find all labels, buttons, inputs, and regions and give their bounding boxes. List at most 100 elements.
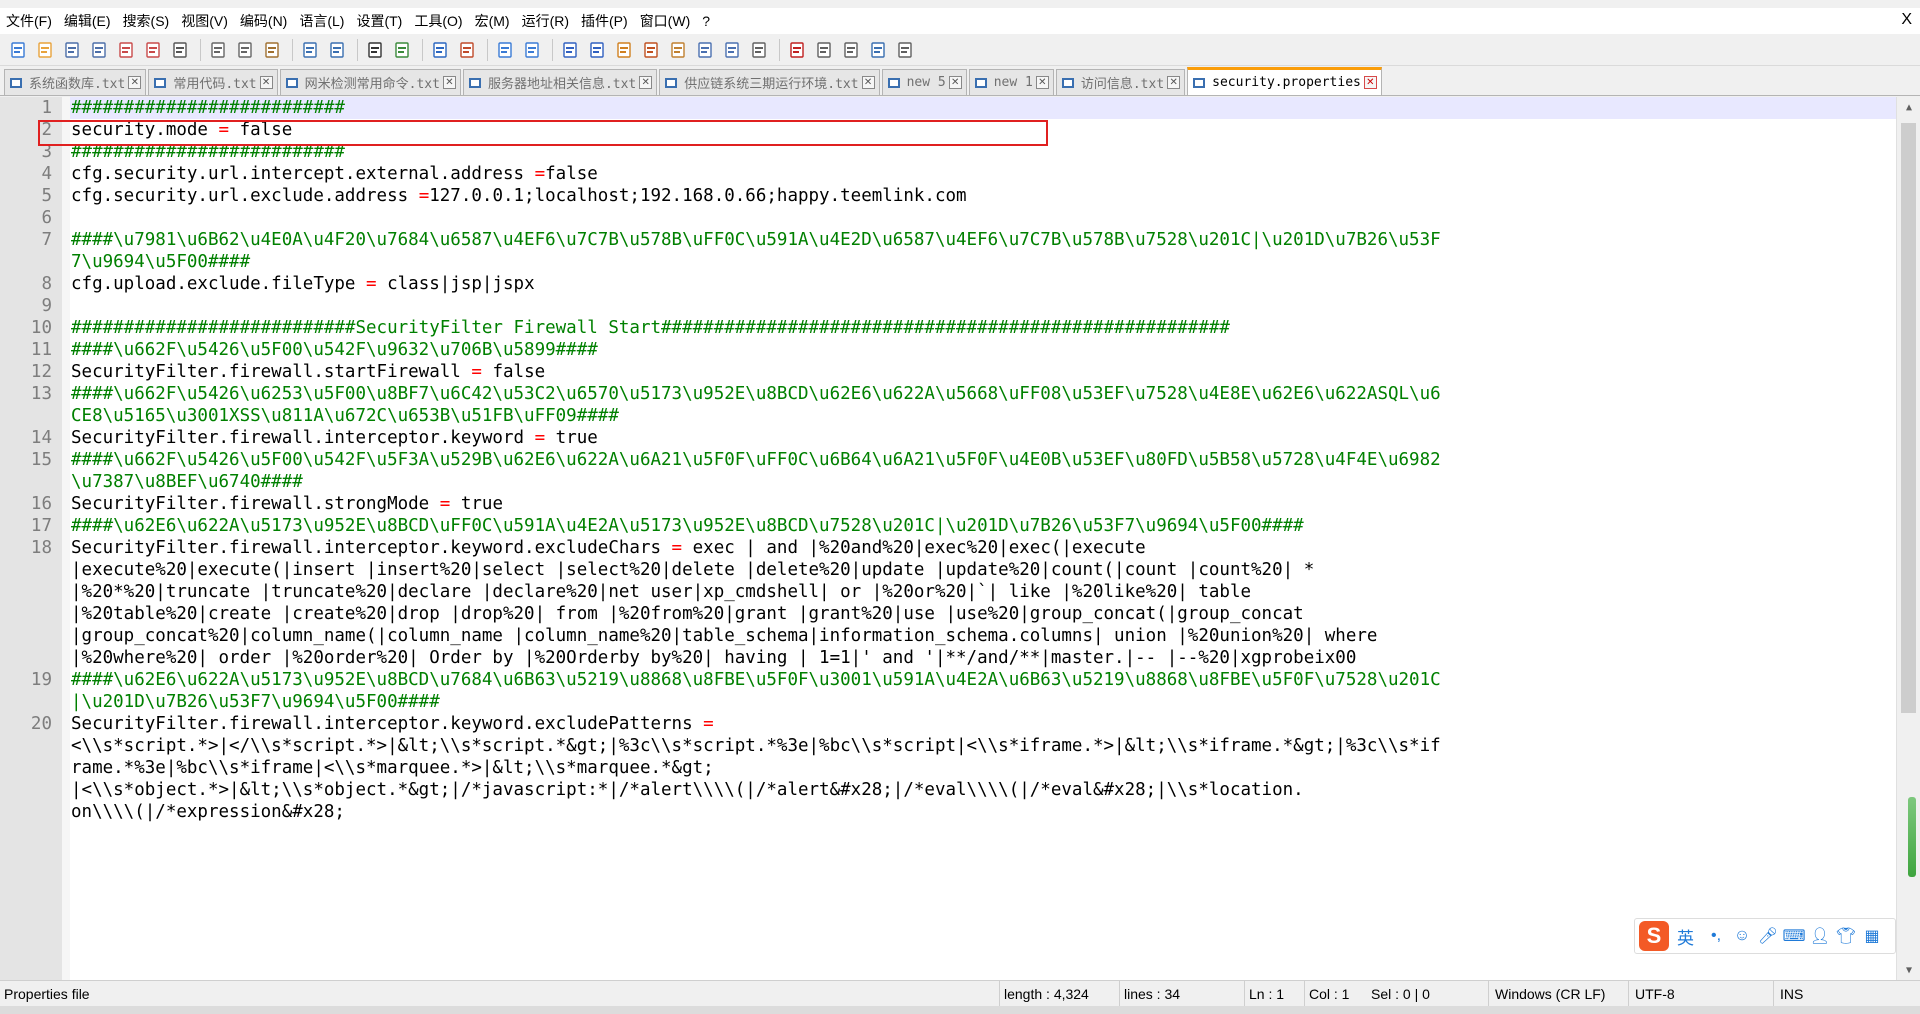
scroll-up-arrow-icon[interactable]: ▲ (1897, 97, 1920, 117)
close-icon[interactable] (114, 38, 138, 62)
editor-line[interactable]: 13 ####\u662F\u5426\u6253\u5F00\u8BF7\u6C… (31, 383, 1896, 405)
ime-language-label[interactable]: 英 (1677, 924, 1694, 949)
editor-line[interactable]: 18 SecurityFilter.firewall.interceptor.ke… (31, 537, 1896, 559)
sogou-logo-icon[interactable]: S (1639, 921, 1669, 951)
tab-0[interactable]: 系统函数库.txt ✕ (4, 69, 147, 95)
menu-item-8[interactable]: 宏(M) (469, 9, 516, 33)
emoji-icon[interactable]: ☺ (1732, 926, 1752, 946)
find-icon[interactable] (363, 38, 387, 62)
editor-line[interactable]: CE8\u5165\u3001XSS\u811A\u672C\u653B\u51… (70, 405, 1896, 427)
close-all-icon[interactable] (141, 38, 165, 62)
cut-icon[interactable] (206, 38, 230, 62)
status-eol[interactable]: Windows (CR LF) (1489, 980, 1629, 1007)
microphone-icon[interactable]: 🎤︎ (1758, 926, 1778, 946)
editor-line[interactable]: 7\u9694\u5F00#### (70, 251, 1896, 273)
folder-workspace-icon[interactable] (720, 38, 744, 62)
tab-4[interactable]: 供应链系统三期运行环境.txt ✕ (659, 69, 880, 95)
editor-line[interactable]: 4 cfg.security.url.intercept.external.add… (41, 163, 1896, 185)
editor-line[interactable]: 5 cfg.security.url.exclude.address =127.0… (41, 185, 1896, 207)
close-document-icon[interactable]: X (1901, 8, 1912, 32)
menu-item-0[interactable]: 文件(F) (0, 9, 58, 33)
keyboard-icon[interactable]: ⌨ (1782, 926, 1805, 946)
tab-close-icon[interactable]: ✕ (128, 76, 142, 89)
ime-toolbar[interactable]: S 英 •, ☺ 🎤︎ ⌨ 👤︎ 👕︎ ▦ (1634, 918, 1896, 954)
menu-item-4[interactable]: 编码(N) (234, 9, 293, 33)
punctuation-icon[interactable]: •, (1706, 926, 1726, 946)
tab-close-icon[interactable]: ✕ (442, 76, 456, 89)
open-file-icon[interactable] (33, 38, 57, 62)
tab-close-icon[interactable]: ✕ (861, 76, 875, 89)
editor-line[interactable]: 20 SecurityFilter.firewall.interceptor.ke… (31, 713, 1896, 735)
grid-menu-icon[interactable]: ▦ (1862, 926, 1882, 946)
editor-line[interactable]: on\\\\(|/*expression&#x28; (70, 801, 1896, 823)
redo-icon[interactable] (325, 38, 349, 62)
editor-line[interactable]: |%20table%20|create |create%20|drop |dro… (70, 603, 1896, 625)
tab-close-icon[interactable]: ✕ (259, 76, 273, 89)
user-icon[interactable]: 👤︎ (1810, 926, 1830, 946)
record-macro-icon[interactable] (785, 38, 809, 62)
show-all-chars-icon[interactable] (585, 38, 609, 62)
tab-6[interactable]: new 1 ✕ (968, 69, 1054, 95)
editor-line[interactable]: 17 ####\u62E6\u622A\u5173\u952E\u8BCD\uFF… (31, 515, 1896, 537)
editor-line[interactable]: |\u201D\u7B26\u53F7\u9694\u5F00#### (70, 691, 1896, 713)
editor-line[interactable]: |<\\s*object.*>|&lt;\\s*object.*&gt;|/*j… (70, 779, 1896, 801)
tab-close-icon[interactable]: ✕ (1167, 76, 1181, 89)
editor-line[interactable]: 14 SecurityFilter.firewall.interceptor.ke… (31, 427, 1896, 449)
undo-icon[interactable] (298, 38, 322, 62)
vertical-scrollbar[interactable]: ▲ ▼ (1896, 97, 1920, 980)
tab-1[interactable]: 常用代码.txt ✕ (148, 69, 278, 95)
scroll-down-arrow-icon[interactable]: ▼ (1897, 960, 1920, 980)
editor-line[interactable]: \u7387\u8BEF\u6740#### (70, 471, 1896, 493)
sync-vertical-icon[interactable] (493, 38, 517, 62)
editor-line[interactable]: 10 ###########################SecurityFil… (31, 317, 1896, 339)
monitoring-icon[interactable] (747, 38, 771, 62)
editor-line[interactable]: 11 ####\u662F\u5426\u5F00\u542F\u9632\u70… (31, 339, 1896, 361)
tab-2[interactable]: 网米检测常用命令.txt ✕ (279, 69, 461, 95)
editor-line[interactable]: 16 SecurityFilter.firewall.strongMode = t… (31, 493, 1896, 515)
editor-line[interactable]: |execute%20|execute(|insert |insert%20|s… (70, 559, 1896, 581)
menu-item-9[interactable]: 运行(R) (516, 9, 575, 33)
stop-macro-icon[interactable] (812, 38, 836, 62)
editor-text-area[interactable]: 1 ########################## 2 security.mod… (31, 97, 1896, 980)
editor-line[interactable]: rame.*%3e|%bc\\s*iframe|<\\s*marquee.*>|… (70, 757, 1896, 779)
editor-line[interactable]: 19 ####\u62E6\u622A\u5173\u952E\u8BCD\u76… (31, 669, 1896, 691)
copy-icon[interactable] (233, 38, 257, 62)
skin-icon[interactable]: 👕︎ (1836, 926, 1856, 946)
editor[interactable]: 1 ########################## 2 security.mod… (0, 97, 1920, 980)
editor-line[interactable]: 6 (41, 207, 1896, 229)
menu-item-5[interactable]: 语言(L) (293, 9, 350, 33)
menu-item-10[interactable]: 插件(P) (575, 9, 634, 33)
editor-line[interactable]: 8 cfg.upload.exclude.fileType = class|jsp… (41, 273, 1896, 295)
menu-item-11[interactable]: 窗口(W) (634, 9, 697, 33)
save-all-icon[interactable] (87, 38, 111, 62)
status-encoding[interactable]: UTF-8 (1629, 980, 1774, 1007)
save-icon[interactable] (60, 38, 84, 62)
editor-line[interactable]: |group_concat%20|column_name(|column_nam… (70, 625, 1896, 647)
new-file-icon[interactable] (6, 38, 30, 62)
word-wrap-icon[interactable] (558, 38, 582, 62)
editor-line[interactable]: 12 SecurityFilter.firewall.startFirewall … (31, 361, 1896, 383)
tab-close-icon[interactable]: ✕ (1035, 76, 1049, 89)
tab-close-icon[interactable]: ✕ (1363, 76, 1377, 89)
user-defined-language-icon[interactable] (639, 38, 663, 62)
tab-7[interactable]: 访问信息.txt ✕ (1055, 69, 1186, 95)
sync-horizontal-icon[interactable] (520, 38, 544, 62)
zoom-in-icon[interactable] (428, 38, 452, 62)
editor-line[interactable]: 9 (41, 295, 1896, 317)
menu-item-2[interactable]: 搜索(S) (117, 9, 176, 33)
editor-line[interactable]: 3 ########################## (41, 141, 1896, 163)
zoom-out-icon[interactable] (455, 38, 479, 62)
editor-line[interactable]: 1 ########################## (41, 97, 1896, 119)
menu-item-7[interactable]: 工具(O) (408, 9, 468, 33)
tab-close-icon[interactable]: ✕ (948, 76, 962, 89)
save-macro-icon[interactable] (893, 38, 917, 62)
function-list-icon[interactable] (693, 38, 717, 62)
menu-item-3[interactable]: 视图(V) (175, 9, 234, 33)
editor-line[interactable]: <\\s*script.*>|</\\s*script.*>|&lt;\\s*s… (70, 735, 1896, 757)
tab-5[interactable]: new 5 ✕ (881, 69, 967, 95)
tab-8[interactable]: security.properties ✕ (1187, 67, 1382, 95)
editor-line[interactable]: |%20where%20| order |%20order%20| Order … (70, 647, 1896, 669)
editor-line[interactable]: 7 ####\u7981\u6B62\u4E0A\u4F20\u7684\u658… (41, 229, 1896, 251)
menu-item-1[interactable]: 编辑(E) (58, 9, 117, 33)
menu-item-6[interactable]: 设置(T) (350, 9, 408, 33)
